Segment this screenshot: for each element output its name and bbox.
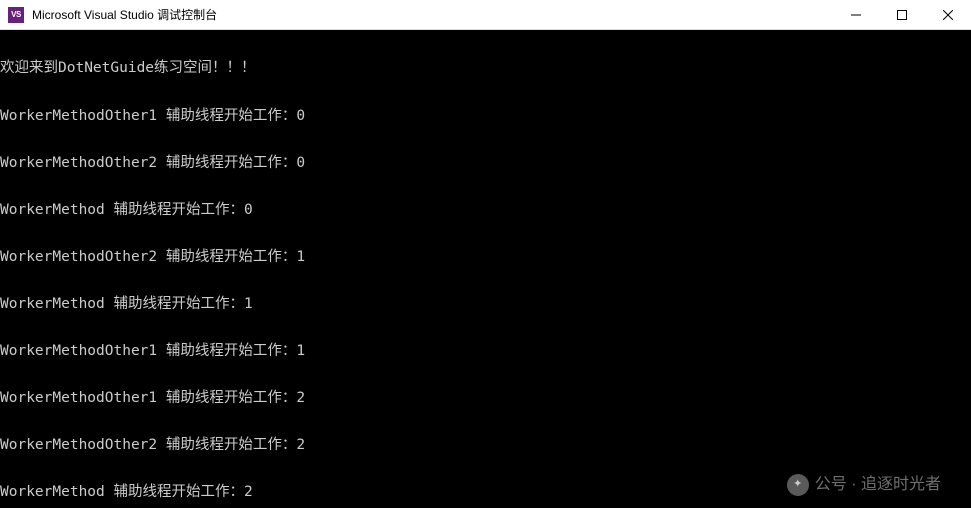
console-line: WorkerMethodOther1 辅助线程开始工作：2 (0, 391, 971, 407)
maximize-button[interactable] (879, 0, 925, 30)
window-titlebar: VS Microsoft Visual Studio 调试控制台 (0, 0, 971, 30)
close-icon (943, 10, 953, 20)
console-line: 欢迎来到DotNetGuide练习空间！！！ (0, 61, 971, 77)
console-line: WorkerMethod 辅助线程开始工作：2 (0, 485, 971, 501)
minimize-button[interactable] (833, 0, 879, 30)
console-line: WorkerMethod 辅助线程开始工作：1 (0, 297, 971, 313)
minimize-icon (851, 10, 861, 20)
maximize-icon (897, 10, 907, 20)
console-output[interactable]: 欢迎来到DotNetGuide练习空间！！！ WorkerMethodOther… (0, 30, 971, 508)
close-button[interactable] (925, 0, 971, 30)
console-line: WorkerMethodOther2 辅助线程开始工作：2 (0, 438, 971, 454)
console-line: WorkerMethodOther1 辅助线程开始工作：1 (0, 344, 971, 360)
console-line: WorkerMethod 辅助线程开始工作：0 (0, 203, 971, 219)
console-line: WorkerMethodOther1 辅助线程开始工作：0 (0, 109, 971, 125)
window-title: Microsoft Visual Studio 调试控制台 (32, 6, 217, 23)
vs-icon: VS (8, 7, 24, 23)
console-line: WorkerMethodOther2 辅助线程开始工作：1 (0, 250, 971, 266)
console-line: WorkerMethodOther2 辅助线程开始工作：0 (0, 156, 971, 172)
